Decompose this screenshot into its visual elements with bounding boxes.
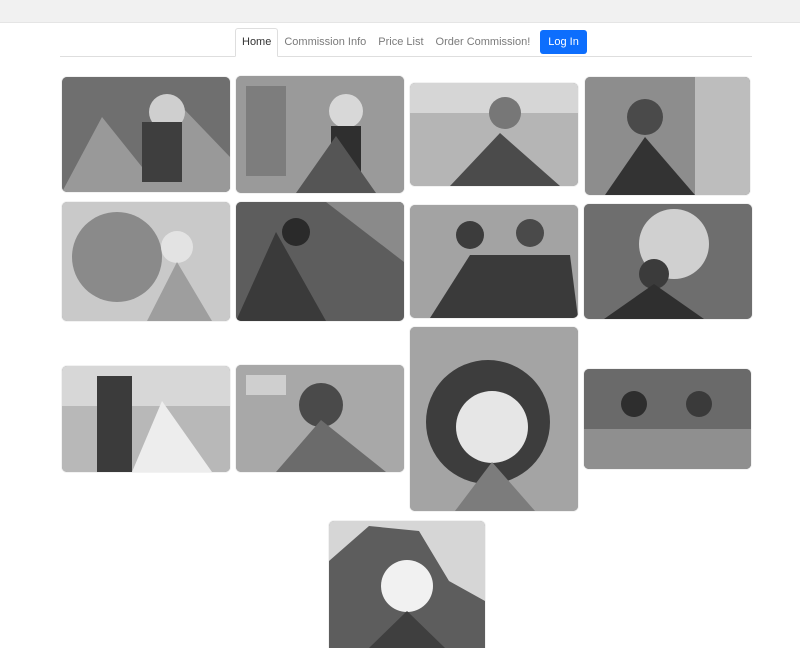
login-button[interactable]: Log In bbox=[540, 30, 587, 54]
tab-home[interactable]: Home bbox=[235, 28, 279, 57]
browser-top-band bbox=[0, 0, 800, 23]
gallery-image[interactable] bbox=[584, 204, 752, 319]
nav-bar: Home Commission Info Price List Order Co… bbox=[60, 28, 752, 57]
gallery-image[interactable] bbox=[236, 365, 404, 472]
tab-order-commission[interactable]: Order Commission! bbox=[430, 29, 537, 56]
tab-price-list[interactable]: Price List bbox=[372, 29, 429, 56]
gallery-image[interactable] bbox=[62, 366, 230, 472]
gallery-image[interactable] bbox=[585, 77, 750, 195]
gallery-image[interactable] bbox=[62, 77, 230, 192]
gallery-image[interactable] bbox=[584, 369, 751, 469]
gallery-image[interactable] bbox=[410, 205, 578, 318]
gallery-image[interactable] bbox=[236, 76, 404, 193]
gallery-image[interactable] bbox=[410, 327, 578, 511]
gallery-image[interactable] bbox=[410, 83, 578, 186]
tab-commission-info[interactable]: Commission Info bbox=[278, 29, 372, 56]
gallery-image[interactable] bbox=[62, 202, 230, 321]
gallery-image[interactable] bbox=[236, 202, 404, 321]
nav-links: Home Commission Info Price List Order Co… bbox=[235, 28, 587, 57]
gallery-image[interactable] bbox=[329, 521, 485, 648]
